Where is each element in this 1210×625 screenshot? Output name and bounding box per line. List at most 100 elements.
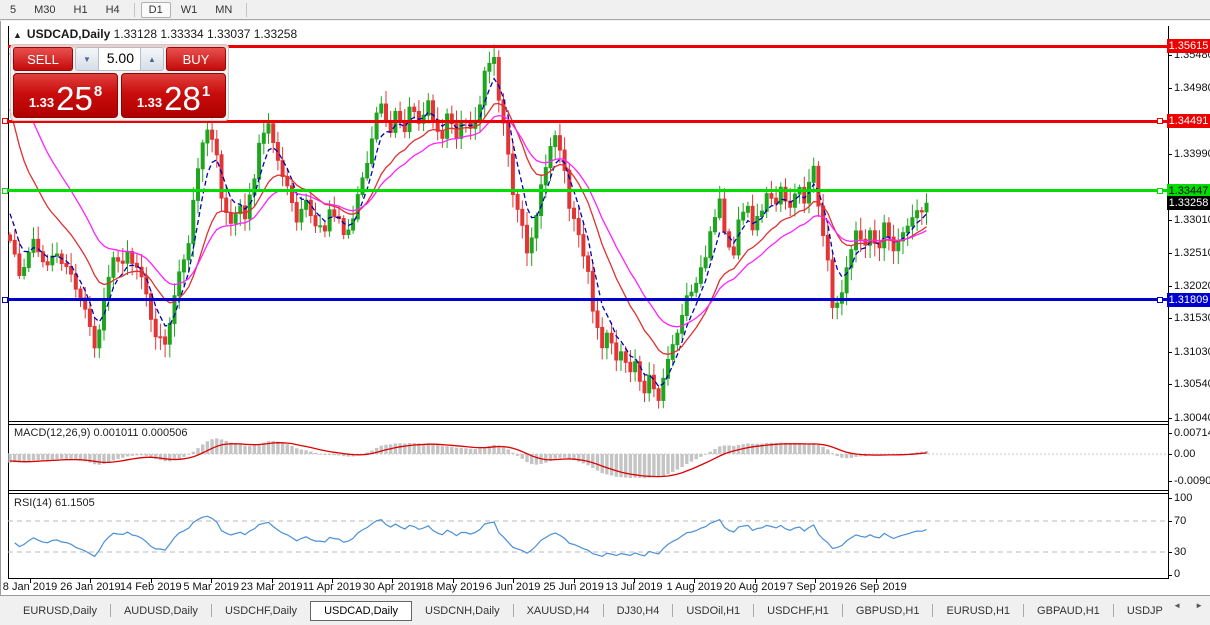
volume-decrease-icon[interactable]: ▼ bbox=[76, 48, 98, 70]
buy-price-prefix: 1.33 bbox=[137, 95, 162, 110]
hline-anchor[interactable] bbox=[1157, 188, 1163, 194]
rsi-value: 61.1505 bbox=[55, 497, 95, 509]
tab-scroll-arrows: ◄ ► bbox=[1170, 599, 1206, 612]
rsi-line bbox=[15, 516, 927, 556]
macd-axis-label: 0.00714 bbox=[1174, 427, 1210, 439]
y-axis-tick bbox=[1168, 418, 1172, 419]
y-axis-tick bbox=[1168, 318, 1172, 319]
macd-axis-tick bbox=[1168, 481, 1172, 482]
timeframe-button-h4[interactable]: H4 bbox=[98, 2, 128, 18]
tab-usdjp[interactable]: USDJP bbox=[1114, 602, 1176, 620]
macd-panel-bottom-border bbox=[8, 490, 1169, 491]
y-axis-tick bbox=[1168, 154, 1172, 155]
timeframe-button-mn[interactable]: MN bbox=[207, 2, 240, 18]
tab-eurusd-h1[interactable]: EURUSD,H1 bbox=[933, 602, 1023, 620]
tab-usdcnh-daily[interactable]: USDCNH,Daily bbox=[412, 602, 513, 620]
tab-usdchf-h1[interactable]: USDCHF,H1 bbox=[754, 602, 842, 620]
hline-anchor[interactable] bbox=[2, 297, 8, 303]
current-price-badge: 1.33258 bbox=[1167, 196, 1210, 210]
chart-collapse-icon[interactable]: ▲ bbox=[13, 30, 22, 40]
x-axis-tick bbox=[211, 579, 212, 583]
macd-title: MACD(12,26,9) bbox=[14, 427, 90, 439]
macd-axis-tick bbox=[1168, 433, 1172, 434]
tab-scroll-right-icon[interactable]: ► bbox=[1192, 599, 1206, 612]
sell-button[interactable]: SELL bbox=[13, 47, 73, 71]
hline-anchor[interactable] bbox=[2, 118, 8, 124]
tab-audusd-daily[interactable]: AUDUSD,Daily bbox=[111, 602, 211, 620]
x-axis-tick bbox=[634, 579, 635, 583]
hline-anchor[interactable] bbox=[2, 188, 8, 194]
buy-price-button[interactable]: 1.33281 bbox=[121, 73, 226, 118]
price-badge-1.34491: 1.34491 bbox=[1167, 114, 1210, 128]
tab-usdcad-daily[interactable]: USDCAD,Daily bbox=[310, 601, 412, 621]
timeframe-button-5[interactable]: 5 bbox=[2, 2, 24, 18]
y-axis-tick bbox=[1168, 253, 1172, 254]
sell-price-button[interactable]: 1.33258 bbox=[13, 73, 118, 118]
hline-1.33447[interactable] bbox=[8, 189, 1168, 192]
x-axis-tick bbox=[694, 579, 695, 583]
rsi-panel-canvas[interactable] bbox=[8, 494, 1168, 578]
timeframe-button-w1[interactable]: W1 bbox=[173, 2, 206, 18]
moving-average-1 bbox=[10, 104, 927, 355]
tab-gbpusd-h1[interactable]: GBPUSD,H1 bbox=[843, 602, 933, 620]
sell-price-sup: 8 bbox=[94, 83, 102, 100]
y-axis-label: 1.30540 bbox=[1174, 378, 1210, 390]
timeframe-button-m30[interactable]: M30 bbox=[26, 2, 63, 18]
rsi-label: RSI(14) 61.1505 bbox=[14, 497, 95, 509]
y-axis-tick bbox=[1168, 55, 1172, 56]
volume-increase-icon[interactable]: ▲ bbox=[141, 48, 163, 70]
macd-axis-tick bbox=[1168, 454, 1172, 455]
rsi-title: RSI(14) bbox=[14, 497, 52, 509]
rsi-axis-label: 30 bbox=[1174, 546, 1186, 558]
x-axis-tick bbox=[815, 579, 816, 583]
buy-price-big: 28 bbox=[164, 84, 201, 114]
x-axis-tick bbox=[513, 579, 514, 583]
y-axis-label: 1.31530 bbox=[1174, 312, 1210, 324]
tab-usdoil-h1[interactable]: USDOil,H1 bbox=[673, 602, 753, 620]
buy-price-sup: 1 bbox=[202, 83, 210, 100]
hline-anchor[interactable] bbox=[1157, 118, 1163, 124]
y-axis-tick bbox=[1168, 220, 1172, 221]
macd-axis-label: -0.009015 bbox=[1174, 475, 1210, 487]
rsi-axis-tick bbox=[1168, 552, 1172, 553]
tab-gbpaud-h1[interactable]: GBPAUD,H1 bbox=[1024, 602, 1113, 620]
buy-button[interactable]: BUY bbox=[166, 47, 226, 71]
tab-xauusd-h4[interactable]: XAUUSD,H4 bbox=[514, 602, 603, 620]
y-axis-label: 1.32510 bbox=[1174, 247, 1210, 259]
rsi-axis-label: 70 bbox=[1174, 515, 1186, 527]
chart-tabs-bar: EURUSD,DailyAUDUSD,DailyUSDCHF,DailyUSDC… bbox=[0, 595, 1210, 625]
tab-eurusd-daily[interactable]: EURUSD,Daily bbox=[10, 602, 110, 620]
y-axis-label: 1.33010 bbox=[1174, 214, 1210, 226]
rsi-axis-tick bbox=[1168, 521, 1172, 522]
chart-ohlc: 1.33128 1.33334 1.33037 1.33258 bbox=[114, 27, 298, 41]
y-axis-label: 1.31030 bbox=[1174, 346, 1210, 358]
rsi-panel-bottom-border bbox=[8, 578, 1169, 579]
x-axis-tick bbox=[272, 579, 273, 583]
rsi-axis-label: 100 bbox=[1174, 492, 1192, 504]
timeframe-button-d1[interactable]: D1 bbox=[141, 2, 171, 18]
y-axis-label: 1.32020 bbox=[1174, 280, 1210, 292]
tab-dj30-h4[interactable]: DJ30,H4 bbox=[604, 602, 673, 620]
rsi-axis-label: 0 bbox=[1174, 568, 1180, 580]
macd-label: MACD(12,26,9) 0.001011 0.000506 bbox=[14, 427, 187, 439]
timeframe-toolbar: 5M30H1H4 D1W1MN bbox=[0, 0, 1210, 20]
toolbar-separator bbox=[134, 3, 135, 17]
chart-symbol: USDCAD,Daily bbox=[27, 27, 110, 41]
toolbar-separator bbox=[246, 3, 247, 17]
macd-values: 0.001011 0.000506 bbox=[93, 427, 187, 439]
tab-scroll-left-icon[interactable]: ◄ bbox=[1170, 599, 1184, 612]
hline-1.31809[interactable] bbox=[8, 298, 1168, 301]
x-axis-tick bbox=[755, 579, 756, 583]
y-axis-label: 1.34980 bbox=[1174, 82, 1210, 94]
x-axis-tick bbox=[392, 579, 393, 583]
rsi-axis-tick bbox=[1168, 575, 1172, 576]
volume-stepper: ▼ 5.00 ▲ bbox=[75, 47, 164, 71]
price-badge-1.35615: 1.35615 bbox=[1167, 39, 1210, 53]
sell-price-prefix: 1.33 bbox=[29, 95, 54, 110]
timeframe-button-h1[interactable]: H1 bbox=[66, 2, 96, 18]
tab-usdchf-daily[interactable]: USDCHF,Daily bbox=[212, 602, 310, 620]
volume-input[interactable]: 5.00 bbox=[98, 48, 141, 70]
macd-axis-label: 0.00 bbox=[1174, 448, 1195, 460]
hline-anchor[interactable] bbox=[1157, 297, 1163, 303]
x-axis-tick bbox=[574, 579, 575, 583]
